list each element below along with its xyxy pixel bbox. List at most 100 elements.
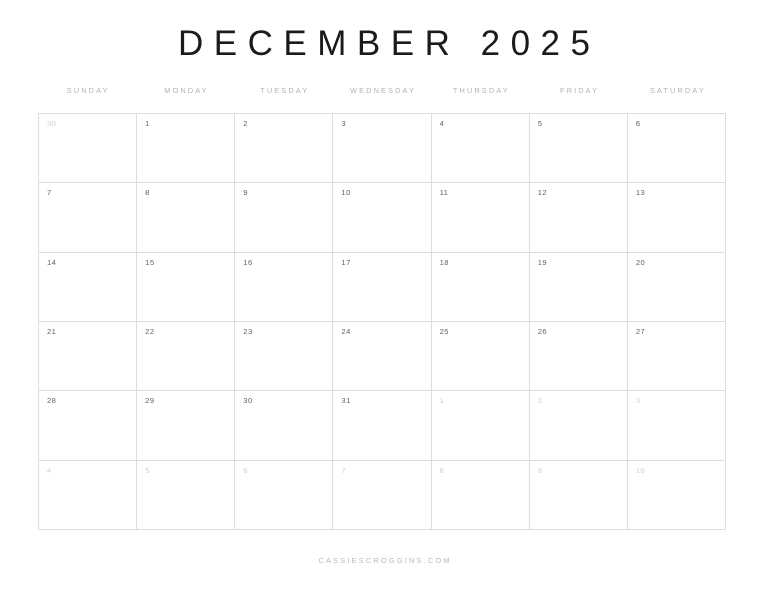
calendar-week-row: 7 8 9 10 11 12 13 <box>39 183 726 253</box>
day-number: 25 <box>439 326 449 336</box>
calendar-page: DECEMBER 2025 SUNDAY MONDAY TUESDAY WEDNESD… <box>0 0 768 593</box>
weekday-label-monday: MONDAY <box>164 86 209 95</box>
calendar-week-row: 21 22 23 24 25 26 27 <box>39 321 726 392</box>
calendar-day-cell[interactable]: 7 <box>333 460 432 530</box>
page-title: DECEMBER 2025 <box>178 24 601 63</box>
day-number: 23 <box>243 326 253 336</box>
day-number: 28 <box>47 396 57 406</box>
calendar-day-cell[interactable]: 24 <box>333 321 432 392</box>
day-number: 17 <box>341 257 351 267</box>
calendar-day-cell[interactable]: 20 <box>627 252 726 322</box>
calendar-day-cell[interactable]: 30 <box>39 114 138 184</box>
weekday-label-thursday: THURSDAY <box>452 86 510 95</box>
calendar-day-cell[interactable]: 22 <box>137 321 236 392</box>
weekday-header-row: SUNDAY MONDAY TUESDAY WEDNESDAY THURSDAY FRID… <box>38 86 726 96</box>
calendar-title-area: DECEMBER 2025 <box>0 26 768 61</box>
calendar-day-cell[interactable]: 27 <box>627 321 726 392</box>
day-number: 12 <box>537 188 548 198</box>
day-number: 8 <box>439 465 445 475</box>
calendar-day-cell[interactable]: 31 <box>333 391 432 461</box>
day-number: 21 <box>47 326 57 336</box>
calendar-day-cell[interactable]: 15 <box>137 252 236 322</box>
calendar-day-cell[interactable]: 29 <box>137 391 236 461</box>
day-number: 19 <box>537 257 548 267</box>
calendar-day-cell[interactable]: 4 <box>39 460 138 530</box>
calendar-day-cell[interactable]: 5 <box>529 114 628 184</box>
day-number: 26 <box>537 326 548 336</box>
calendar-grid: 30 1 2 3 4 5 6 7 8 9 10 11 12 13 14 15 16 17 18 19 20 21 22 23 2… <box>38 113 726 530</box>
day-number: 6 <box>243 465 248 475</box>
calendar-day-cell[interactable]: 13 <box>627 183 726 253</box>
calendar-day-cell[interactable]: 2 <box>235 114 334 184</box>
calendar-day-cell[interactable]: 14 <box>39 252 138 322</box>
weekday-label-saturday: SATURDAY <box>649 86 706 95</box>
day-number: 3 <box>341 119 347 128</box>
day-number: 13 <box>635 188 646 198</box>
day-number: 9 <box>243 188 248 198</box>
day-number: 24 <box>341 326 351 336</box>
calendar-day-cell[interactable]: 26 <box>529 321 628 392</box>
calendar-day-cell[interactable]: 12 <box>529 183 628 253</box>
day-number: 16 <box>243 257 253 267</box>
day-number: 6 <box>635 119 641 128</box>
day-number: 22 <box>145 326 155 336</box>
calendar-day-cell[interactable]: 10 <box>627 460 726 530</box>
calendar-day-cell[interactable]: 21 <box>39 321 138 392</box>
calendar-day-cell[interactable]: 3 <box>333 114 432 184</box>
day-number: 15 <box>145 257 155 267</box>
day-number: 10 <box>341 188 351 198</box>
calendar-day-cell[interactable]: 30 <box>235 391 334 461</box>
day-number: 7 <box>341 465 347 475</box>
calendar-day-cell[interactable]: 9 <box>235 183 334 253</box>
weekday-label-wednesday: WEDNESDAY <box>350 86 417 95</box>
weekday-label-sunday: SUNDAY <box>66 86 110 95</box>
day-number: 29 <box>145 396 155 406</box>
day-number: 2 <box>243 119 248 128</box>
calendar-week-row: 28 29 30 31 1 2 3 <box>39 391 726 461</box>
calendar-week-row: 14 15 16 17 18 19 20 <box>39 252 726 322</box>
calendar-day-cell[interactable]: 10 <box>333 183 432 253</box>
calendar-day-cell[interactable]: 6 <box>627 114 726 184</box>
day-number: 3 <box>635 396 641 406</box>
calendar-day-cell[interactable]: 8 <box>137 183 236 253</box>
day-number: 9 <box>537 465 543 475</box>
day-number: 4 <box>439 119 445 128</box>
calendar-day-cell[interactable]: 3 <box>627 391 726 461</box>
day-number: 7 <box>47 188 52 198</box>
calendar-week-row: 4 5 6 7 8 9 10 <box>39 460 726 530</box>
calendar-day-cell[interactable]: 2 <box>529 391 628 461</box>
day-number: 10 <box>635 465 646 475</box>
calendar-day-cell[interactable]: 8 <box>431 460 530 530</box>
day-number: 1 <box>145 119 150 128</box>
day-number: 1 <box>439 396 445 406</box>
calendar-day-cell[interactable]: 19 <box>529 252 628 322</box>
calendar-day-cell[interactable]: 1 <box>137 114 236 184</box>
weekday-label-friday: FRIDAY <box>560 86 600 95</box>
calendar-day-cell[interactable]: 25 <box>431 321 530 392</box>
calendar-day-cell[interactable]: 11 <box>431 183 530 253</box>
calendar-day-cell[interactable]: 4 <box>431 114 530 184</box>
day-number: 5 <box>537 119 543 128</box>
weekday-label-tuesday: TUESDAY <box>260 86 310 95</box>
day-number: 11 <box>439 188 449 198</box>
day-number: 20 <box>635 257 646 267</box>
day-number: 30 <box>243 396 253 406</box>
footer-area: CASSIESCROGGINS.COM <box>0 550 768 568</box>
day-number: 14 <box>47 257 57 267</box>
calendar-day-cell[interactable]: 18 <box>431 252 530 322</box>
day-number: 8 <box>145 188 150 198</box>
calendar-day-cell[interactable]: 28 <box>39 391 138 461</box>
day-number: 31 <box>341 396 351 406</box>
calendar-day-cell[interactable]: 9 <box>529 460 628 530</box>
day-number: 4 <box>47 465 52 475</box>
calendar-day-cell[interactable]: 7 <box>39 183 138 253</box>
calendar-day-cell[interactable]: 5 <box>137 460 236 530</box>
calendar-day-cell[interactable]: 17 <box>333 252 432 322</box>
calendar-day-cell[interactable]: 6 <box>235 460 334 530</box>
calendar-day-cell[interactable]: 23 <box>235 321 334 392</box>
footer-credit: CASSIESCROGGINS.COM <box>318 556 452 565</box>
calendar-day-cell[interactable]: 1 <box>431 391 530 461</box>
day-number: 5 <box>145 465 150 475</box>
day-number: 2 <box>537 396 543 406</box>
calendar-day-cell[interactable]: 16 <box>235 252 334 322</box>
